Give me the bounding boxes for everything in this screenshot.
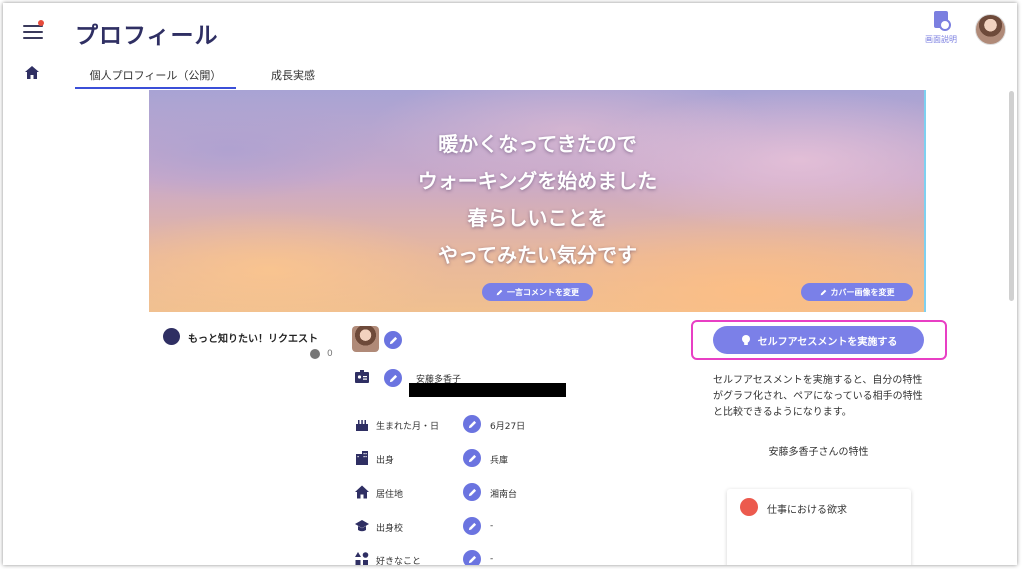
trait-title: 安藤多香子さんの特性 xyxy=(768,447,869,458)
edit-likes-button[interactable] xyxy=(463,550,481,565)
page-scrollbar[interactable] xyxy=(1007,89,1017,565)
pencil-icon xyxy=(468,555,476,563)
trait-card: 仕事における欲求 xyxy=(727,489,911,565)
notification-dot xyxy=(38,20,44,26)
pencil-icon xyxy=(468,420,476,428)
pencil-icon xyxy=(468,522,476,530)
edit-photo-button[interactable] xyxy=(384,331,402,349)
field-value-school: - xyxy=(490,521,494,531)
cake-icon xyxy=(356,420,368,431)
pencil-icon xyxy=(389,374,397,382)
pencil-icon xyxy=(820,289,826,295)
smile-count-icon xyxy=(310,349,320,359)
tab-personal-profile[interactable]: 個人プロフィール（公開） xyxy=(75,63,236,89)
building-icon xyxy=(356,451,368,465)
field-value-likes: - xyxy=(490,554,494,564)
cover-image: 暖かくなってきたので ウォーキングを始めました 春らしいことを やってみたい気分… xyxy=(149,90,926,312)
field-label-birthday: 生まれた月・日 xyxy=(376,422,440,432)
screen-guide-icon xyxy=(934,11,951,31)
page-title: プロフィール xyxy=(75,23,219,49)
shapes-icon xyxy=(355,552,369,565)
field-label-hometown: 出身 xyxy=(376,456,395,466)
change-comment-label: 一言コメントを変更 xyxy=(507,287,579,297)
field-value-birthday: 6月27日 xyxy=(490,422,526,432)
edit-school-button[interactable] xyxy=(463,517,481,535)
pencil-icon xyxy=(389,336,397,344)
tab-growth[interactable]: 成長実感 xyxy=(271,63,315,89)
pencil-icon xyxy=(468,454,476,462)
change-cover-label: カバー画像を変更 xyxy=(830,287,895,297)
edit-hometown-button[interactable] xyxy=(463,449,481,467)
user-avatar[interactable] xyxy=(975,14,1006,45)
edit-birthday-button[interactable] xyxy=(463,415,481,433)
hamburger-menu-button[interactable] xyxy=(23,20,44,41)
help-label: 画面説明 xyxy=(925,35,957,44)
trait-card-title: 仕事における欲求 xyxy=(767,505,847,516)
profile-tabs: 個人プロフィール（公開） 成長実感 xyxy=(75,63,315,89)
flame-icon xyxy=(740,498,758,516)
cover-comment-line: 春らしいことを xyxy=(467,206,608,230)
change-cover-button[interactable]: カバー画像を変更 xyxy=(801,283,913,301)
change-comment-button[interactable]: 一言コメントを変更 xyxy=(482,283,593,301)
graduation-cap-icon xyxy=(355,520,369,532)
field-value-hometown: 兵庫 xyxy=(490,456,509,466)
field-label-likes: 好きなこと xyxy=(376,557,422,565)
self-assessment-button[interactable]: セルフアセスメントを実施する xyxy=(713,326,924,354)
profile-photo xyxy=(352,326,379,352)
help-button[interactable]: 画面説明 xyxy=(921,11,961,45)
cover-comment-line: ウォーキングを始めました xyxy=(417,169,658,193)
cover-scrollbar xyxy=(924,90,926,312)
cover-comment-line: 暖かくなってきたので xyxy=(438,132,637,156)
self-assessment-label: セルフアセスメントを実施する xyxy=(757,336,898,348)
home-icon xyxy=(355,485,369,499)
request-label[interactable]: もっと知りたい！リクエスト xyxy=(188,330,318,345)
request-count: 0 xyxy=(327,349,333,359)
pencil-icon xyxy=(496,289,503,295)
lightbulb-icon xyxy=(741,335,750,345)
home-icon[interactable] xyxy=(25,66,39,79)
pencil-icon xyxy=(468,488,476,496)
assessment-description: セルフアセスメントを実施すると、自分の特性がグラフ化され、ペアになっている相手の… xyxy=(713,375,923,418)
edit-name-button[interactable] xyxy=(384,369,402,387)
field-label-residence: 居住地 xyxy=(376,490,404,500)
scrollbar-thumb[interactable] xyxy=(1009,91,1014,301)
smile-icon[interactable] xyxy=(163,328,180,345)
edit-residence-button[interactable] xyxy=(463,483,481,501)
cover-comment-line: やってみたい気分です xyxy=(438,243,637,267)
cover-comment: 暖かくなってきたので ウォーキングを始めました 春らしいことを やってみたい気分… xyxy=(149,126,926,274)
field-label-school: 出身校 xyxy=(376,524,404,534)
redacted-text xyxy=(409,383,566,397)
field-value-residence: 湘南台 xyxy=(490,490,518,500)
app-window: プロフィール 画面説明 個人プロフィール（公開） 成長実感 暖かくなってきたので… xyxy=(3,3,1017,565)
id-card-icon xyxy=(355,370,369,383)
